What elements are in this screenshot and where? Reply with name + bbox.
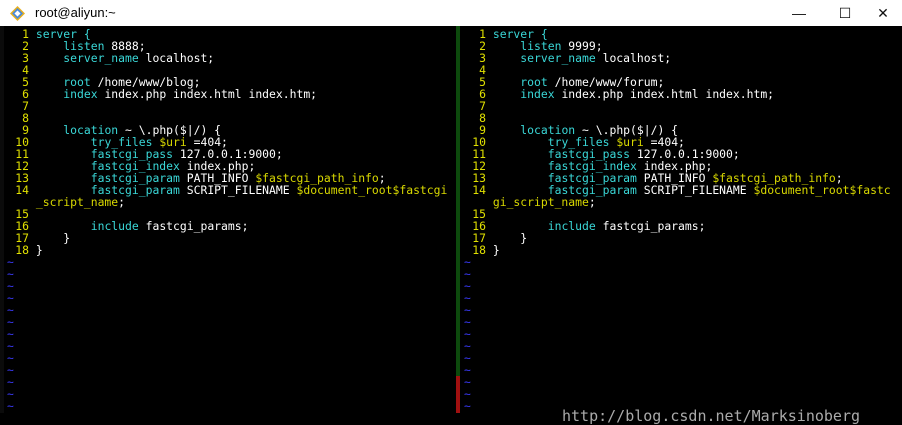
code-token: }: [492, 243, 500, 257]
code-token: $document_root$fastc: [753, 183, 891, 197]
code-token: ;: [588, 195, 596, 209]
code-line: 6 index index.php index.html index.htm;: [462, 88, 774, 100]
window-title: root@aliyun:~: [35, 5, 116, 20]
code-token: server_name: [520, 51, 596, 65]
code-token: include: [90, 219, 139, 233]
code-token: SCRIPT_FILENAME: [636, 183, 754, 197]
code-line: 6 index index.php index.html index.htm;: [5, 88, 317, 100]
code-token: index.php index.html index.htm;: [554, 87, 775, 101]
line-number: 14: [472, 183, 486, 197]
code-token: t$fastcgi: [385, 183, 448, 197]
code-token: fastcgi_params;: [138, 219, 249, 233]
code-token: _script_name: [35, 195, 119, 209]
code-token: localhost;: [595, 51, 672, 65]
vertical-split-separator[interactable]: [456, 26, 460, 413]
code-token: index: [63, 87, 98, 101]
window-title-bar[interactable]: root@aliyun:~ — ☐ ✕: [0, 0, 902, 26]
minimize-button[interactable]: —: [776, 0, 822, 26]
code-token: index: [520, 87, 555, 101]
code-token: gi_script_name: [492, 195, 589, 209]
code-token: ;: [118, 195, 126, 209]
putty-icon[interactable]: [9, 5, 26, 22]
code-token: $document_roo: [296, 183, 386, 197]
code-token: fastcgi_params;: [595, 219, 706, 233]
code-token: localhost;: [138, 51, 215, 65]
code-line: 3 server_name localhost;: [462, 52, 671, 64]
code-token: server_name: [63, 51, 139, 65]
split-separator-marker: [456, 376, 460, 413]
code-line: 3 server_name localhost;: [5, 52, 214, 64]
code-token: SCRIPT_FILENAME: [179, 183, 297, 197]
vim-pane-right[interactable]: 1 server {2 listen 9999; 3 server_name lo…: [462, 26, 902, 413]
code-token: include: [547, 219, 596, 233]
terminal-area[interactable]: 1 server {2 listen 8888; 3 server_name lo…: [0, 26, 902, 425]
code-token: }: [35, 243, 43, 257]
close-button[interactable]: ✕: [860, 0, 902, 26]
terminal-left-edge: [0, 26, 4, 413]
line-number: 14: [15, 183, 29, 197]
vim-pane-left[interactable]: 1 server {2 listen 8888; 3 server_name lo…: [5, 26, 457, 413]
code-token: index.php index.html index.htm;: [97, 87, 318, 101]
watermark: http://blog.csdn.net/Marksinoberg: [562, 407, 861, 425]
